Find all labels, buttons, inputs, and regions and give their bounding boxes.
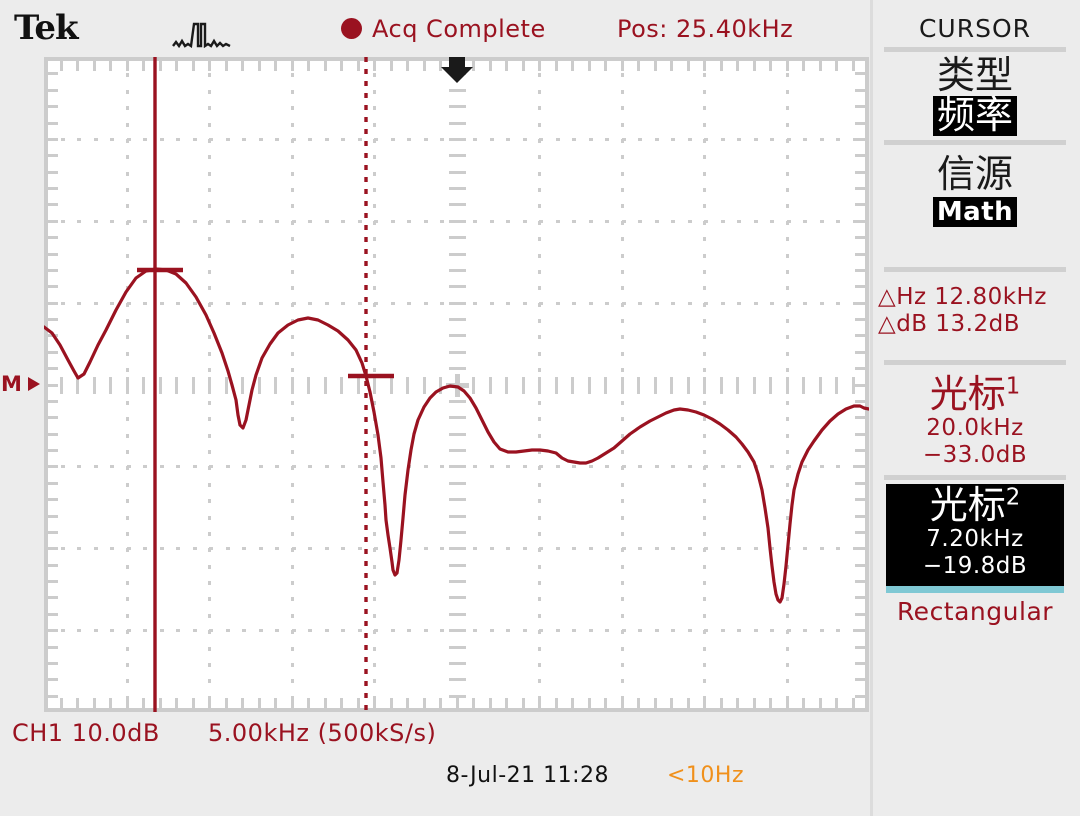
cursor2-label-row: 光标2: [886, 483, 1064, 528]
sidebar-divider: [884, 359, 1066, 365]
cursor-source-label: 信源: [936, 151, 1013, 196]
cursor2-selection-underline: [886, 586, 1064, 594]
delta-db-readout: △dB 13.2dB: [878, 310, 1020, 337]
cursor2-db: −19.8dB: [922, 553, 1028, 580]
cursor-type-value-wrap[interactable]: 频率: [870, 95, 1080, 136]
oscilloscope-screen: Tek Acq Complete Pos: 25.40kHz M CH1 10.…: [0, 0, 1080, 816]
cursor1-freq: 20.0kHz: [926, 414, 1024, 441]
cursor1-db: −33.0dB: [922, 441, 1028, 468]
cursor1-index: 1: [1005, 373, 1021, 400]
menu-item-cursor-source[interactable]: 信源 Math: [870, 149, 1080, 227]
cursor2-freq: 7.20kHz: [926, 525, 1024, 552]
cursor-source-value-wrap[interactable]: Math: [870, 196, 1080, 227]
datetime-readout: 8-Jul-21 11:28: [446, 763, 610, 788]
math-channel-marker[interactable]: M: [0, 369, 44, 399]
sidebar-divider-line: [870, 0, 873, 816]
cursor2-label: 光标: [929, 483, 1006, 528]
waveform-graticule[interactable]: M: [1, 57, 869, 712]
trigger-frequency-readout: <10Hz: [667, 763, 745, 788]
delta-hz-readout: △Hz 12.80kHz: [878, 283, 1047, 310]
top-status-bar: Tek Acq Complete Pos: 25.40kHz: [0, 0, 870, 57]
acquisition-status-text: Acq Complete: [372, 15, 546, 43]
cursor1-label-row: 光标1: [870, 371, 1080, 416]
cursor-source-value[interactable]: Math: [932, 196, 1018, 227]
sidebar-divider: [884, 47, 1066, 52]
position-readout: Pos: 25.40kHz: [617, 15, 794, 43]
menu-item-cursor-2[interactable]: 光标2 7.20kHz −19.8dB: [886, 483, 1064, 587]
menu-item-cursor-1[interactable]: 光标1 20.0kHz −33.0dB: [870, 369, 1080, 469]
sidebar-divider: [884, 266, 1066, 272]
acquisition-status-dot: [341, 18, 362, 39]
waveform-icon: [172, 20, 232, 49]
menu-item-cursor-type[interactable]: 类型 频率: [870, 53, 1080, 136]
sidebar-divider: [884, 475, 1066, 481]
cursor-type-label: 类型: [936, 53, 1013, 97]
graticule-svg: [44, 57, 869, 712]
sidebar-divider: [884, 139, 1066, 145]
timebase-readout[interactable]: 5.00kHz (500kS/s): [208, 719, 436, 747]
ch1-scale-readout[interactable]: CH1 10.0dB: [12, 719, 160, 747]
cursor-type-value[interactable]: 频率: [932, 95, 1017, 136]
fft-window-readout: Rectangular: [896, 597, 1054, 627]
cursor2-index: 2: [1005, 484, 1021, 511]
cursor-delta-readouts: △Hz 12.80kHz △dB 13.2dB: [870, 276, 1080, 338]
svg-text:M: M: [1, 372, 22, 396]
side-menu: CURSOR 类型 频率 信源 Math △Hz 12.80kHz △dB 13…: [870, 0, 1080, 816]
sidebar-title: CURSOR: [918, 14, 1032, 43]
brand-logo: Tek: [14, 8, 79, 48]
cursor1-label: 光标: [929, 371, 1006, 416]
